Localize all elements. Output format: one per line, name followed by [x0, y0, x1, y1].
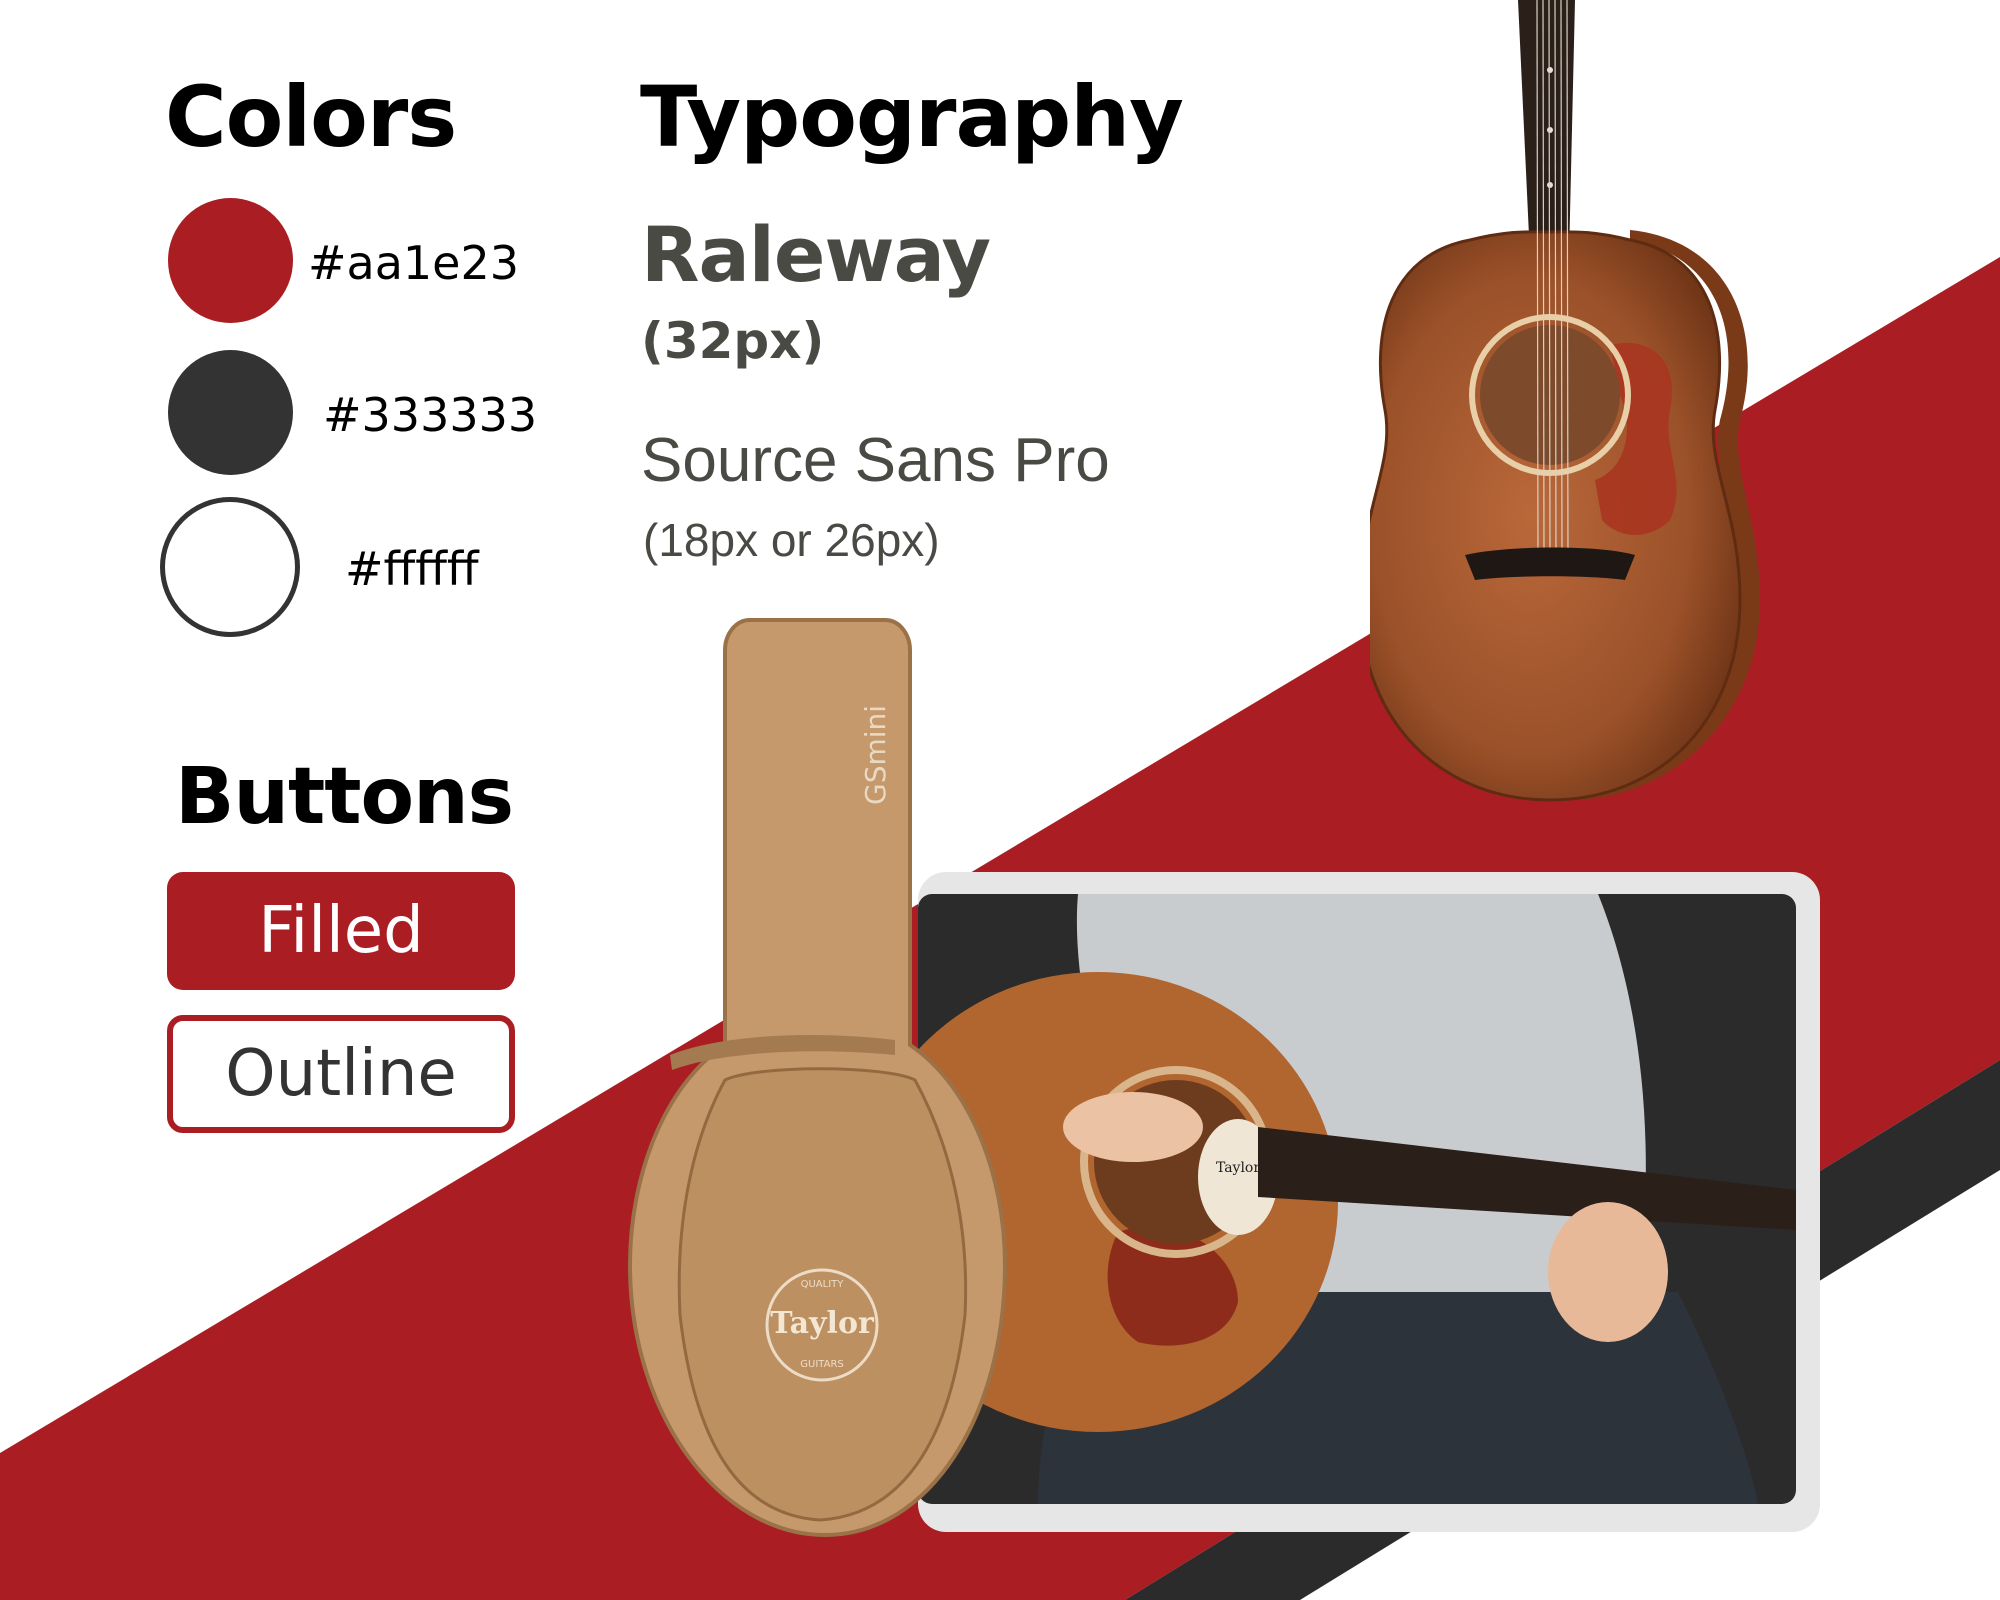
filled-button[interactable]: Filled: [167, 872, 515, 990]
bag-logo-ring-top: QUALITY: [801, 1279, 845, 1290]
bag-front-pocket: [677, 1067, 968, 1522]
gig-bag-image: GSmini QUALITY Taylor GUITARS: [627, 618, 1008, 1538]
primary-font-size: (32px): [641, 312, 825, 370]
guitar-video-image: Taylor: [918, 872, 1820, 1532]
secondary-font-size: (18px or 26px): [643, 514, 940, 566]
secondary-font-name: Source Sans Pro: [641, 426, 1110, 495]
outline-button[interactable]: Outline: [167, 1015, 515, 1133]
primary-font-name: Raleway: [641, 210, 991, 299]
color-swatch-red: [168, 198, 293, 323]
color-swatch-white: [160, 497, 300, 637]
buttons-heading: Buttons: [175, 752, 514, 842]
acoustic-guitar-image: [1370, 0, 1760, 802]
guitar-bridge: [1465, 547, 1635, 580]
taylor-logo: QUALITY Taylor GUITARS: [765, 1268, 879, 1382]
color-swatch-dark: [168, 350, 293, 475]
color-label-white: #ffffff: [345, 542, 479, 596]
bag-logo-text: Taylor: [770, 1306, 875, 1341]
bag-logo-ring-bottom: GUITARS: [800, 1359, 844, 1370]
fretting-hand: [1548, 1202, 1668, 1342]
typography-heading: Typography: [640, 68, 1184, 166]
strumming-hand: [1063, 1092, 1203, 1162]
colors-heading: Colors: [165, 68, 457, 166]
bag-brand-text: GSmini: [859, 705, 892, 805]
color-label-red: #aa1e23: [308, 236, 520, 290]
color-label-dark: #333333: [323, 388, 538, 442]
video-label-text: Taylor: [1216, 1160, 1260, 1176]
